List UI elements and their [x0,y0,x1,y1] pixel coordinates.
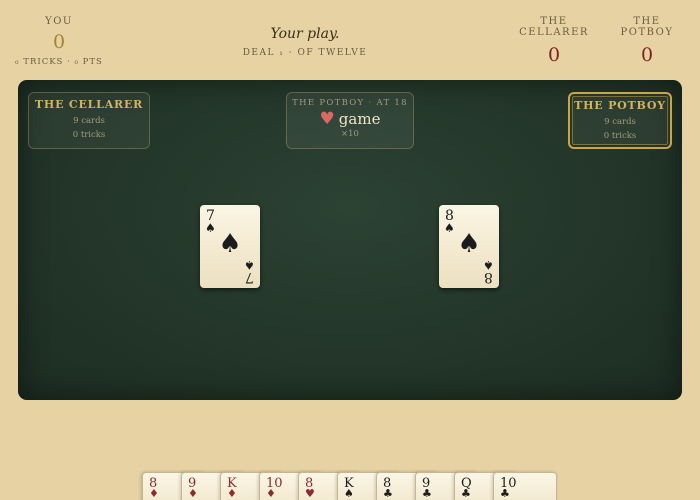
club-icon: ♣ [422,487,432,500]
card-rank: 7 [245,269,254,285]
diamond-icon: ♦ [266,487,276,500]
player-score: 0 [52,31,66,53]
game-status: Your play. DEAL ₁ · OF TWELVE [230,26,380,58]
seat-trick-count: 0 tricks [72,130,106,140]
player-tricks-points: ₀ TRICKS · ₀ PTS [15,57,103,67]
spade-icon: ♠ [344,487,354,500]
contract-panel: THE POTBOY · AT 18 ♥ game ×10 [286,92,414,149]
spade-icon: ♠ [218,229,242,259]
potboy-label: THE POTBOY [620,16,674,38]
cellarer-score: 0 [547,44,561,66]
card-table: THE CELLARER 9 cards 0 tricks THE POTBOY… [18,80,682,400]
diamond-icon: ♦ [188,487,198,500]
cellarer-label: THE CELLARER [519,16,589,38]
potboy-score-panel: THE POTBOY 0 [606,16,688,66]
seat-name: THE POTBOY [574,99,666,112]
spade-icon: ♠ [457,229,481,259]
player-hand: 8 ♦ 9 ♦ K ♦ 10 ♦ 8 ♥ K ♠ 8 ♣ 9 ♣ Q ♣ 10 … [0,472,700,500]
club-icon: ♣ [461,487,471,500]
player-score-panel: YOU 0 ₀ TRICKS · ₀ PTS [0,16,118,67]
contract-type: game [338,110,381,128]
deal-counter: DEAL ₁ · OF TWELVE [242,48,368,58]
club-icon: ♣ [500,487,510,500]
seat-card-count: 9 cards [73,116,105,126]
diamond-icon: ♦ [149,487,159,500]
club-icon: ♣ [383,487,393,500]
seat-name: THE CELLARER [34,98,144,111]
turn-status: Your play. [270,26,340,42]
heart-icon: ♥ [305,487,315,500]
contract-bidder: THE POTBOY · AT 18 [292,98,408,108]
played-card-potboy: 8 ♠ ♠ ♠ 8 [439,205,499,288]
contract-multiplier: ×10 [341,129,359,139]
seat-potboy-active: THE POTBOY 9 cards 0 tricks [568,92,672,149]
seat-trick-count: 0 tricks [603,131,637,141]
diamond-icon: ♦ [227,487,237,500]
played-card-cellarer: 7 ♠ ♠ ♠ 7 [200,205,260,288]
heart-icon: ♥ [319,109,335,129]
seat-card-count: 9 cards [604,117,636,127]
seat-cellarer: THE CELLARER 9 cards 0 tricks [28,92,150,149]
hand-card[interactable]: 10 ♣ [493,472,557,500]
cellarer-score-panel: THE CELLARER 0 [508,16,600,66]
potboy-score: 0 [640,44,654,66]
player-label: YOU [45,16,73,27]
card-rank: 8 [484,269,493,285]
